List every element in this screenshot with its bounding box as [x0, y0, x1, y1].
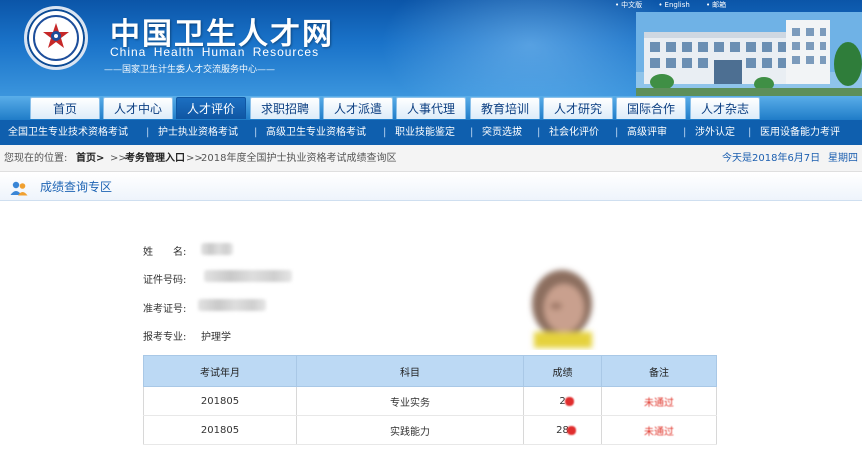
section-title: 成绩查询专区	[40, 180, 113, 194]
major-value: 护理学	[201, 332, 231, 343]
cell-exam-date: 201805	[143, 386, 297, 416]
language-links: • 中文版 • English • 邮箱	[615, 0, 740, 12]
cell-note: 未通过	[601, 415, 717, 445]
id-number-redacted	[204, 270, 292, 282]
subnav-outstanding[interactable]: 突贡选拔	[482, 120, 522, 145]
current-weekday: 星期四	[828, 153, 858, 164]
site-subtitle: ——国家卫生计生委人才交流服务中心——	[104, 65, 276, 75]
building-illustration	[636, 12, 862, 96]
site-header: 中国卫生人才网 China Health Human Resources ——国…	[0, 0, 862, 96]
ticket-number-redacted	[198, 299, 266, 311]
subnav-foreign-cert[interactable]: 涉外认定	[695, 120, 735, 145]
mailbox-link[interactable]: 邮箱	[712, 1, 726, 9]
breadcrumb-exam-mgmt-link[interactable]: 考务管理入口	[125, 145, 185, 172]
redaction-mark	[567, 425, 577, 435]
subnav-social-eval[interactable]: 社会化评价	[549, 120, 599, 145]
nav-research[interactable]: 人才研究	[543, 97, 613, 119]
cell-note: 未通过	[601, 386, 717, 416]
redaction-mark	[565, 396, 575, 406]
main-nav: 首页 人才中心 人才评价 求职招聘 人才派遣 人事代理 教育培训 人才研究 国际…	[0, 96, 862, 120]
subnav-separator: |	[537, 127, 541, 138]
fail-status: 未通过	[644, 397, 674, 409]
subnav-health-tech-exam[interactable]: 全国卫生专业技术资格考试	[8, 120, 128, 145]
site-logo[interactable]	[24, 6, 88, 70]
table-header-row: 考试年月 科目 成绩 备注	[143, 355, 717, 387]
subnav-skill-appraisal[interactable]: 职业技能鉴定	[395, 120, 455, 145]
breadcrumb-home-link[interactable]: 首页>	[76, 145, 104, 172]
site-title-en: China Health Human Resources	[110, 45, 320, 59]
subnav-device-eval[interactable]: 医用设备能力考评	[760, 120, 840, 145]
subnav-separator: |	[615, 127, 619, 138]
subnav-separator: |	[146, 127, 150, 138]
subnav-senior-review[interactable]: 高级评审	[627, 120, 667, 145]
col-subject: 科目	[296, 355, 524, 387]
nav-personnel-agency[interactable]: 人事代理	[396, 97, 466, 119]
logo-star-icon	[43, 23, 69, 48]
users-icon	[10, 181, 28, 196]
current-date: 今天是2018年6月7日	[722, 153, 821, 164]
bullet-icon: •	[658, 1, 663, 9]
col-exam-date: 考试年月	[143, 355, 297, 387]
col-note: 备注	[601, 355, 717, 387]
subnav-separator: |	[383, 127, 387, 138]
fail-status: 未通过	[644, 426, 674, 438]
section-header: 成绩查询专区	[0, 173, 862, 201]
nav-dispatch[interactable]: 人才派遣	[323, 97, 393, 119]
candidate-photo	[520, 262, 604, 350]
subnav-separator: |	[470, 127, 474, 138]
cell-score: 28	[523, 415, 602, 445]
subnav-nurse-exam[interactable]: 护士执业资格考试	[158, 120, 238, 145]
cell-subject: 专业实务	[296, 386, 524, 416]
cell-score: 2	[523, 386, 602, 416]
lang-link-en[interactable]: English	[665, 1, 690, 9]
name-value-redacted	[201, 243, 233, 255]
score-table: 考试年月 科目 成绩 备注 201805 专业实务 2 未通过 201805 实…	[143, 355, 717, 445]
breadcrumb-current-page: 2018年度全国护士执业资格考试成绩查询区	[201, 153, 397, 164]
cell-exam-date: 201805	[143, 415, 297, 445]
subnav-separator: |	[254, 127, 258, 138]
table-row: 201805 专业实务 2 未通过	[143, 386, 717, 416]
name-label: 姓 名:	[143, 247, 187, 258]
nav-international[interactable]: 国际合作	[616, 97, 686, 119]
nav-home[interactable]: 首页	[30, 97, 100, 119]
breadcrumb: 您现在的位置: 首页> >> 考务管理入口 >> 2018年度全国护士执业资格考…	[0, 145, 862, 172]
table-row: 201805 实践能力 28 未通过	[143, 415, 717, 445]
bullet-icon: •	[615, 1, 620, 9]
sub-nav: 全国卫生专业技术资格考试 | 护士执业资格考试 | 高级卫生专业资格考试 | 职…	[0, 120, 862, 145]
lang-link-cn[interactable]: 中文版	[621, 1, 642, 9]
bullet-icon: •	[706, 1, 711, 9]
subnav-senior-exam[interactable]: 高级卫生专业资格考试	[266, 120, 366, 145]
subnav-separator: |	[683, 127, 687, 138]
nav-talent-evaluation[interactable]: 人才评价	[176, 97, 246, 119]
nav-magazine[interactable]: 人才杂志	[690, 97, 760, 119]
id-number-label: 证件号码:	[143, 275, 187, 286]
nav-talent-center[interactable]: 人才中心	[103, 97, 173, 119]
major-label: 报考专业:	[143, 332, 187, 343]
subnav-separator: |	[748, 127, 752, 138]
breadcrumb-prefix: 您现在的位置:	[4, 153, 68, 164]
nav-recruitment[interactable]: 求职招聘	[250, 97, 320, 119]
col-score: 成绩	[523, 355, 602, 387]
nav-education[interactable]: 教育培训	[470, 97, 540, 119]
ticket-number-label: 准考证号:	[143, 304, 187, 315]
header-glow	[380, 0, 680, 96]
cell-subject: 实践能力	[296, 415, 524, 445]
